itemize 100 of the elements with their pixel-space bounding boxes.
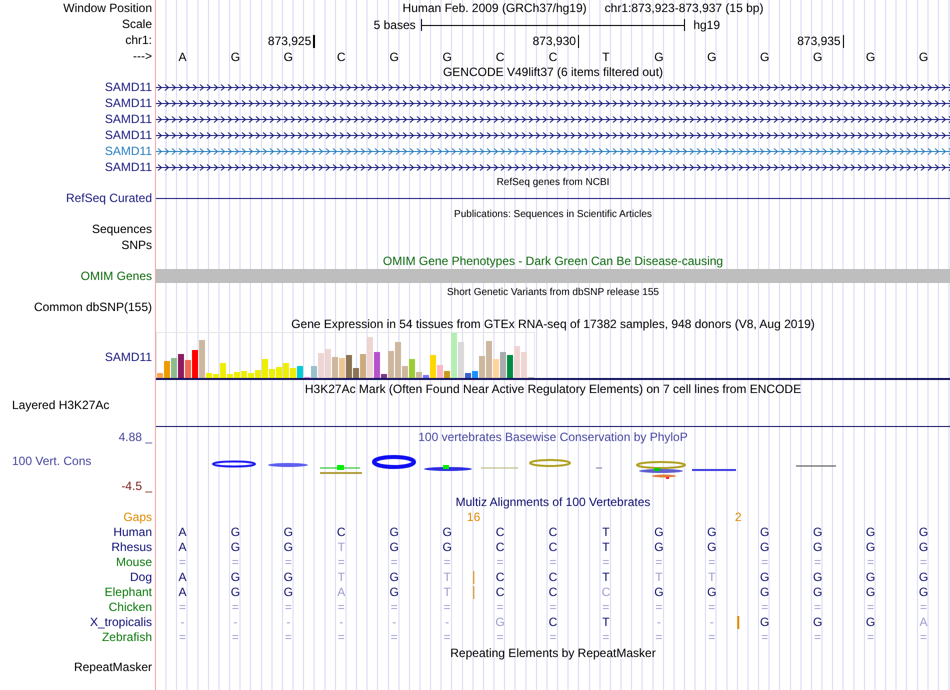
- aligned-base: A: [920, 615, 928, 630]
- aligned-base: =: [920, 600, 928, 615]
- aligned-base: =: [284, 630, 292, 645]
- aligned-base: =: [338, 630, 345, 645]
- aligned-base: -: [656, 615, 661, 630]
- aligned-base: =: [708, 630, 716, 645]
- aligned-base: =: [232, 555, 239, 570]
- aligned-base: A: [178, 585, 186, 600]
- aligned-base: G: [230, 540, 240, 555]
- aligned-base: G: [442, 540, 452, 555]
- track-title: GENCODE V49lift37 (6 items filtered out): [442, 64, 664, 80]
- track-title: Short Genetic Variants from dbSNP release 155: [447, 286, 659, 300]
- base-letter: A: [177, 49, 188, 66]
- tick-mark: [842, 34, 844, 48]
- aligned-base: =: [178, 600, 186, 615]
- aligned-base: G: [230, 525, 240, 540]
- aligned-base: G: [654, 585, 664, 600]
- aligned-base: =: [390, 630, 398, 645]
- base-letter: C: [336, 49, 347, 66]
- aligned-base: =: [178, 555, 186, 570]
- track-label: Elephant: [104, 584, 153, 600]
- aligned-base: G: [442, 525, 452, 540]
- position-text: chr1:873,923-873,937 (15 bp): [604, 0, 764, 17]
- base-letter: G: [706, 49, 718, 66]
- aligned-base: C: [548, 615, 558, 630]
- track-title: Gene Expression in 54 tissues from GTEx RNA-seq of 17382 samples, 948 donors (V8, Aug 2019): [291, 316, 815, 333]
- aligned-base: =: [284, 555, 292, 570]
- aligned-base: G: [284, 585, 293, 600]
- aligned-base: G: [812, 615, 822, 630]
- base-letter: G: [864, 49, 876, 66]
- base-letter: G: [918, 49, 930, 66]
- aligned-base: -: [392, 615, 396, 630]
- aligned-base: =: [761, 555, 768, 570]
- track-label: -4.5 _: [120, 478, 154, 494]
- aligned-base: =: [496, 555, 504, 570]
- track-label: RefSeq Curated: [64, 190, 153, 206]
- aligned-base: C: [548, 570, 558, 585]
- aligned-base: G: [230, 585, 240, 600]
- aligned-base: A: [178, 540, 186, 555]
- track-label: Chicken: [108, 600, 153, 614]
- track-label: Rhesus: [110, 540, 153, 554]
- aligned-base: =: [655, 600, 662, 615]
- aligned-base: G: [284, 570, 293, 585]
- aligned-base: =: [814, 555, 822, 570]
- base-letter: G: [441, 49, 453, 66]
- aligned-base: G: [760, 585, 770, 600]
- aligned-base: =: [496, 630, 504, 645]
- track-label: Mouse: [114, 554, 153, 570]
- aligned-base: C: [496, 540, 504, 555]
- aligned-base: -: [445, 615, 450, 630]
- track-label: Human: [112, 524, 153, 540]
- aligned-base: =: [602, 630, 610, 645]
- aligned-base: T: [602, 540, 610, 555]
- base-letter: C: [548, 49, 558, 66]
- aligned-base: G: [390, 540, 399, 555]
- aligned-base: =: [867, 555, 874, 570]
- aligned-base: =: [496, 600, 504, 615]
- aligned-base: G: [495, 615, 505, 630]
- aligned-base: =: [444, 630, 451, 645]
- aligned-base: -: [339, 615, 344, 630]
- track-label: Layered H3K27Ac: [11, 397, 110, 413]
- aligned-base: G: [918, 585, 928, 600]
- ruler-position: 873,930: [532, 33, 576, 50]
- track-title: OMIM Gene Phenotypes - Dark Green Can Be Disease-causing: [382, 253, 724, 270]
- track-label: SAMD11: [104, 349, 153, 365]
- aligned-base: G: [284, 540, 293, 555]
- aligned-base: T: [655, 570, 663, 585]
- track-title: Publications: Sequences in Scientific Articles: [454, 208, 652, 222]
- aligned-base: C: [496, 525, 504, 540]
- tick-mark: [578, 34, 580, 48]
- base-letter: G: [759, 49, 770, 66]
- aligned-base: =: [444, 555, 451, 570]
- aligned-base: =: [338, 600, 345, 615]
- aligned-base: =: [338, 555, 345, 570]
- tick-mark: [313, 34, 315, 48]
- aligned-base: T: [708, 570, 716, 585]
- track-label: Scale: [120, 16, 153, 32]
- aligned-base: -: [180, 615, 184, 630]
- track-label: 100 Vert. Cons: [11, 453, 92, 469]
- aligned-base: =: [602, 555, 610, 570]
- ruler-position: 873,935: [797, 33, 841, 50]
- assembly-label: hg19: [692, 17, 722, 34]
- base-letter: G: [653, 49, 665, 66]
- base-letter: G: [388, 49, 400, 66]
- track-label: SAMD11: [104, 127, 153, 143]
- aligned-base: T: [338, 540, 345, 555]
- aligned-base: =: [867, 600, 874, 615]
- aligned-base: C: [548, 525, 558, 540]
- track-label: Gaps: [122, 510, 153, 524]
- aligned-base: T: [602, 525, 610, 540]
- aligned-base: C: [602, 585, 610, 600]
- aligned-base: T: [443, 570, 451, 585]
- track-label: Window Position: [62, 0, 153, 16]
- aligned-base: =: [390, 555, 398, 570]
- aligned-base: G: [812, 540, 822, 555]
- track-label: SAMD11: [104, 143, 153, 159]
- aligned-base: =: [444, 600, 451, 615]
- aligned-base: A: [178, 570, 186, 585]
- aligned-base: =: [814, 630, 822, 645]
- track-label: chr1:: [124, 32, 153, 48]
